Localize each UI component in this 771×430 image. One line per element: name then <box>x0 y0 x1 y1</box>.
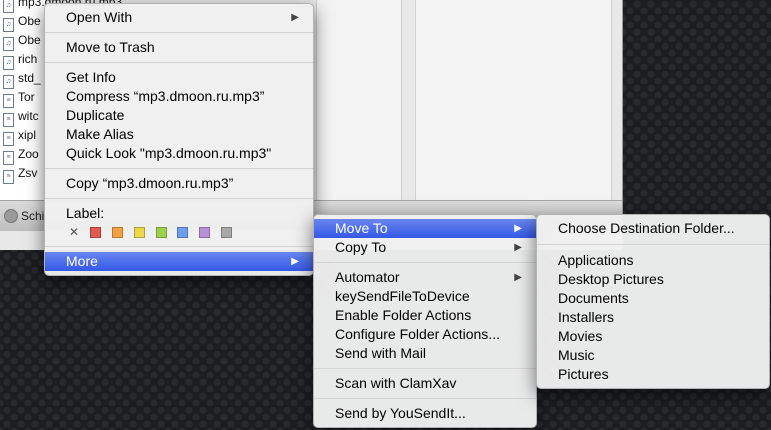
menu-item-enable-folder-actions[interactable]: Enable Folder Actions <box>314 306 536 325</box>
label-clear-icon[interactable]: ✕ <box>69 225 81 239</box>
status-bar-button[interactable] <box>4 209 18 223</box>
file-row[interactable]: ≡ Zsv <box>3 165 37 184</box>
submenu-arrow-icon: ▶ <box>514 272 522 283</box>
music-file-icon: ♫ <box>3 37 14 51</box>
menu-item-open-with[interactable]: Open With ▶ <box>45 8 313 27</box>
music-file-icon: ♫ <box>3 18 14 32</box>
menu-separator <box>45 198 313 199</box>
menu-item-more[interactable]: More ▶ <box>45 252 313 271</box>
menu-item-move-to-trash[interactable]: Move to Trash <box>45 38 313 57</box>
menu-item-quick-look[interactable]: Quick Look "mp3.dmoon.ru.mp3" <box>45 144 313 163</box>
menu-item-move-to[interactable]: Move To ▶ <box>314 219 536 238</box>
menu-item-copy[interactable]: Copy “mp3.dmoon.ru.mp3” <box>45 174 313 193</box>
label-heading: Label: <box>66 205 105 221</box>
context-menu: Open With ▶ Move to Trash Get Info Compre… <box>44 3 314 276</box>
menu-separator <box>314 398 536 399</box>
submenu-arrow-icon: ▶ <box>514 223 522 234</box>
menu-item-send-with-mail[interactable]: Send with Mail <box>314 344 536 363</box>
document-icon: ≡ <box>3 113 14 127</box>
label-green-swatch[interactable] <box>155 226 167 238</box>
submenu-arrow-icon: ▶ <box>291 256 299 267</box>
menu-item-folder-pictures[interactable]: Pictures <box>537 365 769 384</box>
menu-item-folder-documents[interactable]: Documents <box>537 289 769 308</box>
label-gray-swatch[interactable] <box>221 226 233 238</box>
more-submenu: Move To ▶ Copy To ▶ Automator ▶ keySendFile… <box>313 214 537 428</box>
label-blue-swatch[interactable] <box>177 226 189 238</box>
document-icon: ≡ <box>3 94 14 108</box>
menu-item-folder-desktop-pictures[interactable]: Desktop Pictures <box>537 270 769 289</box>
file-row[interactable]: ≡ xipl <box>3 127 36 146</box>
menu-item-compress[interactable]: Compress “mp3.dmoon.ru.mp3” <box>45 87 313 106</box>
menu-item-get-info[interactable]: Get Info <box>45 68 313 87</box>
menu-item-configure-folder-actions[interactable]: Configure Folder Actions... <box>314 325 536 344</box>
file-row[interactable]: ≡ Tor <box>3 89 35 108</box>
file-row[interactable]: ♫ rich <box>3 51 37 70</box>
document-icon: ≡ <box>3 170 14 184</box>
music-file-icon: ♫ <box>3 56 14 70</box>
menu-item-choose-destination[interactable]: Choose Destination Folder... <box>537 219 769 238</box>
finder-column <box>316 0 402 210</box>
menu-item-folder-movies[interactable]: Movies <box>537 327 769 346</box>
submenu-arrow-icon: ▶ <box>514 242 522 253</box>
menu-separator <box>45 246 313 247</box>
label-orange-swatch[interactable] <box>111 226 123 238</box>
menu-item-duplicate[interactable]: Duplicate <box>45 106 313 125</box>
menu-separator <box>314 262 536 263</box>
menu-item-folder-music[interactable]: Music <box>537 346 769 365</box>
label-yellow-swatch[interactable] <box>133 226 145 238</box>
menu-item-keysend[interactable]: keySendFileToDevice <box>314 287 536 306</box>
menu-item-scan-clamxav[interactable]: Scan with ClamXav <box>314 374 536 393</box>
label-purple-swatch[interactable] <box>199 226 211 238</box>
menu-separator <box>537 244 769 245</box>
menu-item-folder-applications[interactable]: Applications <box>537 251 769 270</box>
document-icon: ≡ <box>3 132 14 146</box>
submenu-arrow-icon: ▶ <box>291 12 299 23</box>
menu-item-make-alias[interactable]: Make Alias <box>45 125 313 144</box>
file-row[interactable]: ♫ std_ <box>3 70 41 89</box>
menu-item-folder-installers[interactable]: Installers <box>537 308 769 327</box>
label-red-swatch[interactable] <box>89 226 101 238</box>
music-file-icon: ♫ <box>3 0 14 13</box>
menu-separator <box>45 32 313 33</box>
finder-column <box>415 0 612 210</box>
menu-item-send-yousendit[interactable]: Send by YouSendIt... <box>314 404 536 423</box>
file-row[interactable]: ≡ Zoo <box>3 146 39 165</box>
menu-item-automator[interactable]: Automator ▶ <box>314 268 536 287</box>
file-row[interactable]: ≡ witc <box>3 108 39 127</box>
document-icon: ≡ <box>3 151 14 165</box>
move-to-submenu: Choose Destination Folder... Application… <box>536 214 770 389</box>
file-row[interactable]: ♫ Obe <box>3 13 41 32</box>
menu-separator <box>45 168 313 169</box>
label-swatches: ✕ <box>45 223 313 243</box>
file-list: ♫mp3.dmoon.ru.mp3 ♫Obe ♫Obe ♫rich ♫std_ … <box>0 0 122 200</box>
status-bar-label: Schi <box>21 209 45 223</box>
file-row[interactable]: ♫ Obe <box>3 32 41 51</box>
menu-item-copy-to[interactable]: Copy To ▶ <box>314 238 536 257</box>
menu-separator <box>314 368 536 369</box>
menu-separator <box>45 62 313 63</box>
music-file-icon: ♫ <box>3 75 14 89</box>
